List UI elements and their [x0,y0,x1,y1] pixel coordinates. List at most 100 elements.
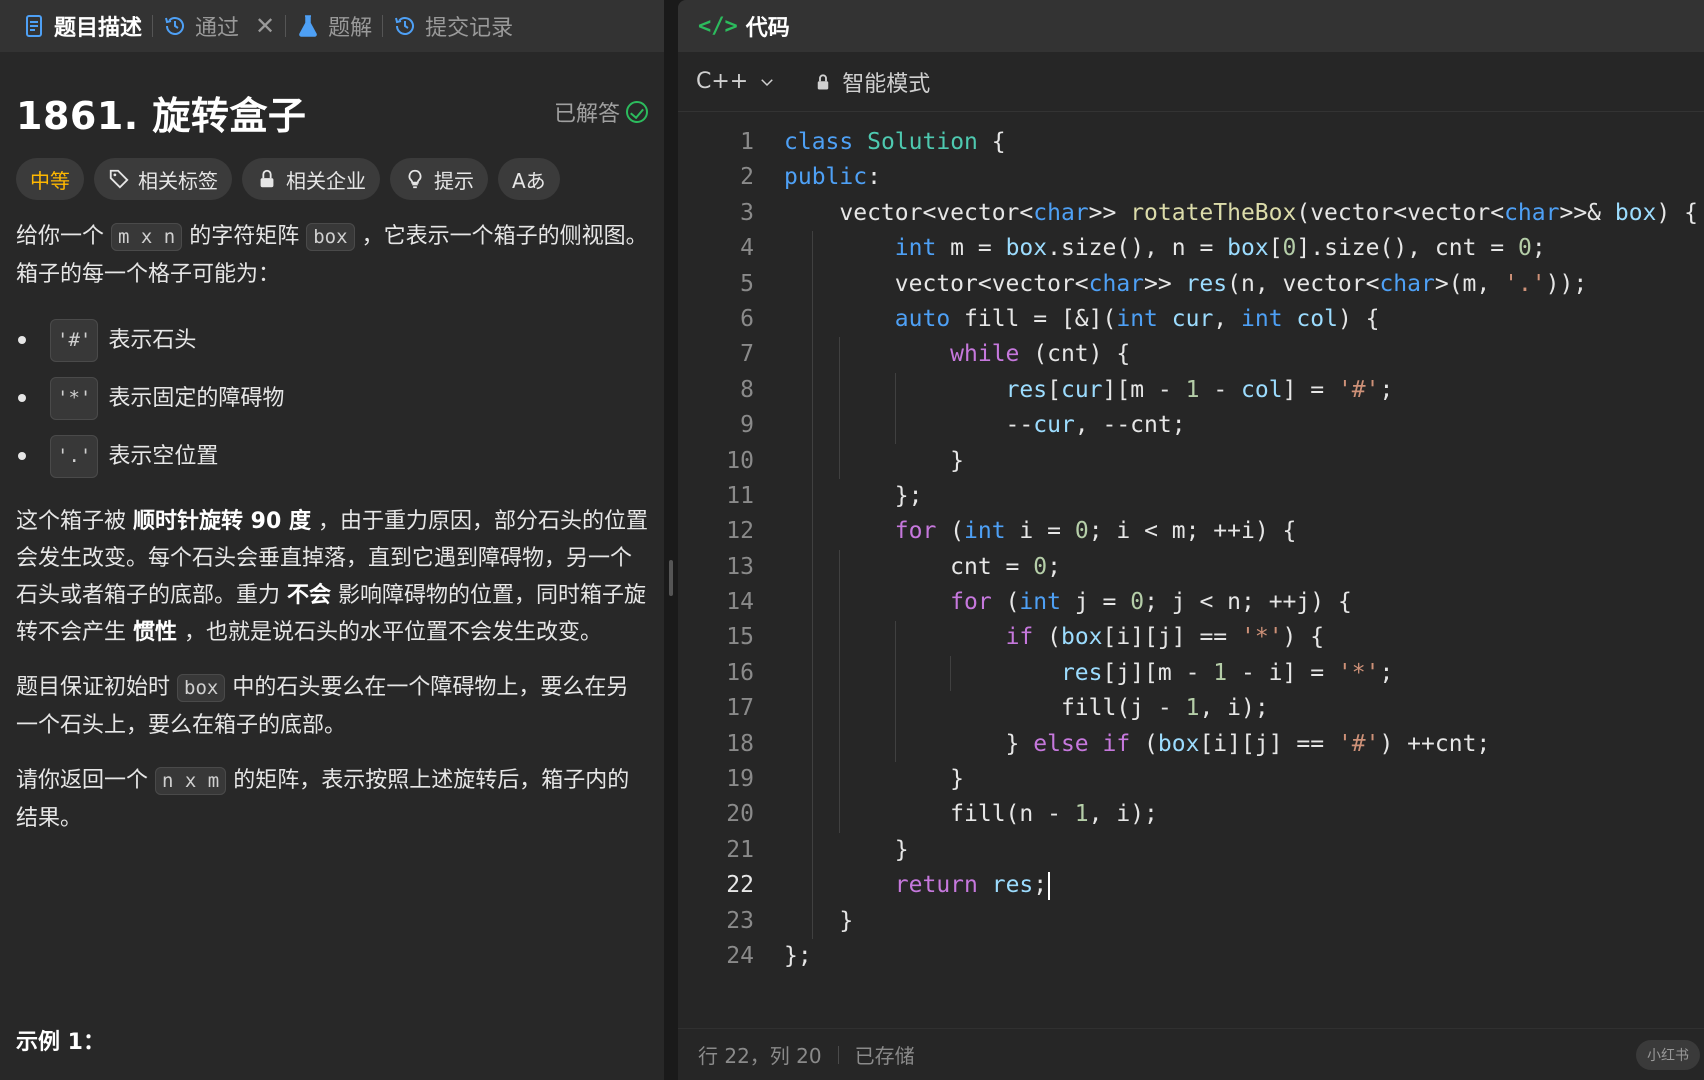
code-editor[interactable]: 1 class Solution {2 public: 3 vector<vector… [678,125,1704,980]
problem-content: 1861. 旋转盒子 已解答 中等 相关标签 相关企业 提示 Aあ 给你一个 m… [0,92,664,837]
code-text: for (int i = 0; i < m; ++i) { [894,518,1297,545]
hint-button[interactable]: 提示 [390,158,488,200]
code-line[interactable]: 18 } else if (box[i][j] == '#') ++cnt; [678,727,1704,762]
code-text: } [784,447,965,474]
code-text: }; [784,482,923,509]
tab-submissions[interactable]: 提交记录 [383,0,523,52]
close-icon[interactable]: ✕ [255,12,275,40]
language-select[interactable]: C++ [696,69,776,94]
bullet-icon [18,336,26,344]
problem-title: 1861. 旋转盒子 [16,93,307,138]
lightbulb-icon [408,169,422,189]
resize-handle[interactable] [669,560,673,596]
smart-mode-toggle[interactable]: 智能模式 [814,66,930,98]
line-number: 13 [726,553,754,580]
inline-code: '#' [50,318,99,362]
status-bar: 行 22，列 20 已存储 [678,1028,1704,1080]
code-line[interactable]: 13 cnt = 0; [678,550,1704,585]
history-icon [395,17,415,35]
code-text: cnt = 0; [784,553,1061,580]
tab-solutions[interactable]: 题解 [286,0,382,52]
indent-guide [811,231,813,940]
code-text: vector<vector<char>> res(n, vector<char>… [784,270,1588,297]
problem-tabbar: 题目描述 通过 ✕ 题解 提交记录 [0,0,664,52]
code-line[interactable]: 12 for (int i = 0; i < m; ++i) { [678,514,1704,549]
text: 请你返回一个 [16,768,149,793]
code-line[interactable]: 22 return res; [678,868,1704,903]
inline-code: '*' [50,376,99,420]
code-line[interactable]: 2 public: [678,160,1704,195]
code-text: public: [784,164,881,191]
code-text: --cur, --cnt; [784,412,1186,439]
code-line[interactable]: 3 vector<vector<char>> rotateTheBox(vect… [678,196,1704,231]
code-line[interactable]: 19 } [678,762,1704,797]
line-number: 21 [726,836,754,863]
code-line[interactable]: 4 int m = box.size(), n = box[0].size(),… [678,231,1704,266]
text: ，也就是说石头的水平位置不会发生改变。 [184,620,603,645]
code-line[interactable]: 6 auto fill = [&](int cur, int col) { [678,302,1704,337]
code-line[interactable]: 21 } [678,833,1704,868]
code-text: } [784,836,909,863]
bold-text: 顺时针旋转 90 度 [133,509,311,534]
code-line[interactable]: 7 while (cnt) { [678,337,1704,372]
code-line[interactable]: 24}; [678,939,1704,974]
inline-code: box [306,223,355,251]
companies-button[interactable]: 相关企业 [242,158,380,200]
line-number: 24 [726,942,754,969]
code-text: fill(n - 1, i); [784,801,1158,828]
tab-description[interactable]: 题目描述 [12,0,152,52]
bullet-icon [18,394,26,402]
code-line[interactable]: 20 fill(n - 1, i); [678,797,1704,832]
code-text: } [784,907,854,934]
line-number: 16 [726,659,754,686]
code-text: fill(j - 1, i); [784,695,1269,722]
code-header: </> 代码 [678,0,1704,52]
lock-icon [260,169,274,188]
lock-icon [817,73,829,89]
code-text: vector<vector<char>> rotateTheBox(vector… [784,199,1698,226]
problem-description: 给你一个 m x n 的字符矩阵 box ，它表示一个箱子的侧视图。箱子的每一个… [16,218,648,837]
tab-accepted[interactable]: 通过 ✕ [153,0,285,52]
code-line[interactable]: 17 fill(j - 1, i); [678,691,1704,726]
text: 表示固定的障碍物 [108,385,285,411]
line-number: 19 [726,766,754,793]
panel-divider[interactable] [664,0,678,1080]
translate-button[interactable]: Aあ [498,158,560,200]
indent-guide [950,656,952,692]
smart-mode-label: 智能模式 [842,71,931,97]
list-item: '*' 表示固定的障碍物 [16,369,648,427]
desc-paragraph-2: 这个箱子被 顺时针旋转 90 度 ，由于重力原因，部分石头的位置会发生改变。每个… [16,503,648,651]
code-line[interactable]: 10 } [678,444,1704,479]
line-number: 20 [726,801,754,828]
tags-button[interactable]: 相关标签 [94,158,232,200]
text: 题目保证初始时 [16,675,171,700]
title-row: 1861. 旋转盒子 已解答 [16,92,648,138]
line-number: 22 [726,872,754,899]
code-line[interactable]: 5 vector<vector<char>> res(n, vector<cha… [678,267,1704,302]
code-line[interactable]: 8 res[cur][m - 1 - col] = '#'; [678,373,1704,408]
code-line[interactable]: 9 --cur, --cnt; [678,408,1704,443]
inline-code: box [177,674,226,702]
tab-submissions-label: 提交记录 [425,16,514,41]
code-text: while (cnt) { [950,341,1131,368]
code-line[interactable]: 23 } [678,904,1704,939]
difficulty-badge[interactable]: 中等 [16,158,84,200]
line-number: 10 [726,447,754,474]
text: 这个箱子被 [16,509,127,534]
code-line[interactable]: 16 res[j][m - 1 - i] = '*'; [678,656,1704,691]
code-line[interactable]: 15 if (box[i][j] == '*') { [678,620,1704,655]
code-line[interactable]: 1 class Solution { [678,125,1704,160]
text: 表示石头 [108,327,197,353]
bold-text: 惯性 [133,620,178,645]
code-text: res[cur][m - 1 - col] = '#'; [1005,376,1394,403]
cell-type-list: '#' 表示石头 '*' 表示固定的障碍物 '.' 表示空位置 [16,311,648,485]
code-line[interactable]: 14 for (int j = 0; j < n; ++j) { [678,585,1704,620]
line-number: 6 [740,305,754,332]
code-text: } [784,766,965,793]
text: 给你一个 [16,224,105,249]
inline-code: '.' [50,434,99,478]
line-number: 3 [740,199,754,226]
code-line[interactable]: 11 }; [678,479,1704,514]
desc-paragraph-3: 题目保证初始时 box 中的石头要么在一个障碍物上，要么在另一个石头上，要么在箱… [16,669,648,744]
code-text: return res; [754,868,1051,903]
